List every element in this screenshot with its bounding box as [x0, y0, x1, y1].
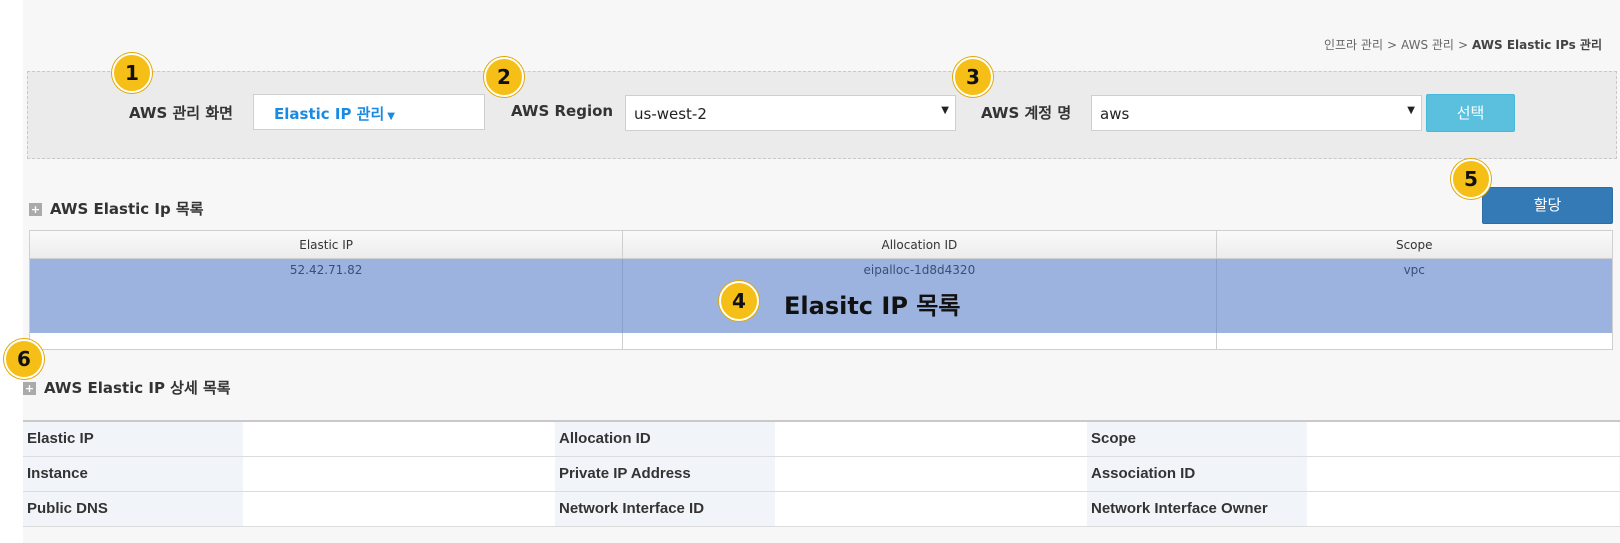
detail-value — [243, 457, 555, 491]
mgmt-screen-value-text: Elastic IP 관리 — [274, 105, 385, 123]
table-header: Elastic IP Allocation ID Scope — [30, 231, 1612, 259]
assign-button[interactable]: 할당 — [1482, 187, 1613, 224]
annotation-badge: 4 — [719, 281, 759, 321]
account-value: aws — [1100, 105, 1130, 123]
breadcrumb-aws[interactable]: AWS 관리 — [1401, 38, 1454, 52]
detail-value — [243, 422, 555, 456]
column-header[interactable]: Scope — [1217, 231, 1613, 258]
list-section-title: + AWS Elastic Ip 목록 — [29, 198, 204, 219]
annotation-list-label: Elasitc IP 목록 — [784, 292, 961, 320]
table-cell — [623, 333, 1217, 349]
detail-value — [775, 422, 1087, 456]
dropdown-arrow-icon: ▼ — [1407, 105, 1415, 116]
breadcrumb: 인프라 관리 > AWS 관리 > AWS Elastic IPs 관리 — [1324, 36, 1602, 53]
detail-section-title-text: AWS Elastic IP 상세 목록 — [44, 379, 231, 397]
detail-key: Instance — [23, 457, 243, 491]
detail-key: Public DNS — [23, 492, 243, 526]
detail-key: Association ID — [1087, 457, 1307, 491]
detail-value — [243, 492, 555, 526]
detail-table: Elastic IP Allocation ID Scope Instance … — [23, 420, 1620, 527]
annotation-badge: 6 — [4, 339, 44, 379]
expand-plus-icon[interactable]: + — [23, 382, 36, 395]
detail-row: Public DNS Network Interface ID Network … — [23, 492, 1620, 527]
detail-key: Allocation ID — [555, 422, 775, 456]
table-empty-row — [30, 333, 1612, 349]
detail-key: Private IP Address — [555, 457, 775, 491]
annotation-badge: 1 — [112, 53, 152, 93]
detail-row: Instance Private IP Address Association … — [23, 457, 1620, 492]
annotation-badge: 3 — [953, 57, 993, 97]
list-section-title-text: AWS Elastic Ip 목록 — [50, 200, 204, 218]
table-cell: 52.42.71.82 — [30, 259, 624, 333]
account-select[interactable]: aws ▼ — [1091, 95, 1422, 131]
region-label: AWS Region — [511, 102, 614, 120]
mgmt-screen-label: AWS 관리 화면 — [129, 104, 233, 122]
table-cell: vpc — [1403, 263, 1425, 277]
breadcrumb-separator: > — [1386, 38, 1398, 52]
caret-down-icon: ▼ — [387, 111, 395, 122]
annotation-badge: 2 — [484, 57, 524, 97]
detail-value — [1307, 457, 1619, 491]
detail-key: Network Interface ID — [555, 492, 775, 526]
table-cell — [30, 333, 624, 349]
detail-value — [775, 492, 1087, 526]
column-header[interactable]: Allocation ID — [623, 231, 1217, 258]
account-label: AWS 계정 명 — [981, 104, 1072, 122]
breadcrumb-separator: > — [1457, 38, 1469, 52]
detail-value — [1307, 422, 1619, 456]
detail-section-title: + AWS Elastic IP 상세 목록 — [23, 377, 231, 398]
detail-key: Scope — [1087, 422, 1307, 456]
detail-key: Network Interface Owner — [1087, 492, 1307, 526]
detail-value — [775, 457, 1087, 491]
mgmt-screen-value: Elastic IP 관리 ▼ — [274, 103, 395, 124]
detail-key: Elastic IP — [23, 422, 243, 456]
detail-row: Elastic IP Allocation ID Scope — [23, 422, 1620, 457]
dropdown-arrow-icon: ▼ — [941, 105, 949, 116]
region-value: us-west-2 — [634, 105, 707, 123]
region-select[interactable]: us-west-2 ▼ — [625, 95, 956, 131]
annotation-badge: 5 — [1451, 159, 1491, 199]
select-button[interactable]: 선택 — [1426, 94, 1515, 132]
mgmt-screen-select[interactable]: Elastic IP 관리 ▼ — [253, 94, 485, 130]
detail-value — [1307, 492, 1619, 526]
column-header[interactable]: Elastic IP — [30, 231, 624, 258]
breadcrumb-current: AWS Elastic IPs 관리 — [1472, 38, 1602, 52]
breadcrumb-infra[interactable]: 인프라 관리 — [1324, 38, 1383, 52]
table-cell — [1217, 333, 1613, 349]
expand-plus-icon[interactable]: + — [29, 203, 42, 216]
